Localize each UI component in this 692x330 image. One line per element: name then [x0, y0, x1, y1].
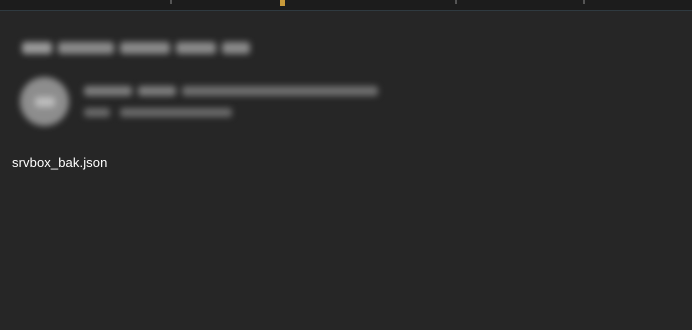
- redacted-text: [182, 86, 378, 96]
- redacted-text: [84, 86, 132, 96]
- redacted-text: [120, 42, 170, 54]
- title-bar-tick: [455, 0, 457, 4]
- redacted-text: [84, 108, 110, 117]
- blurred-text-icon: [22, 42, 52, 54]
- redacted-text: [120, 108, 232, 117]
- title-bar-accent: [280, 0, 285, 6]
- mail-subject-redacted: [22, 39, 250, 57]
- sender-line-redacted: [84, 86, 378, 96]
- redacted-text: [222, 42, 250, 54]
- sender-avatar[interactable]: [20, 77, 69, 126]
- title-bar-tick: [583, 0, 585, 4]
- recipients-line-redacted: [84, 108, 232, 117]
- title-bar-tick: [170, 0, 172, 4]
- mail-reading-pane: srvbox_bak.json: [0, 0, 692, 330]
- blurred-avatar-icon: [34, 96, 55, 107]
- redacted-text: [176, 42, 216, 54]
- redacted-text: [138, 86, 176, 96]
- title-bar-strip: [0, 0, 692, 11]
- redacted-text: [58, 42, 114, 54]
- attachment-filename[interactable]: srvbox_bak.json: [12, 155, 107, 170]
